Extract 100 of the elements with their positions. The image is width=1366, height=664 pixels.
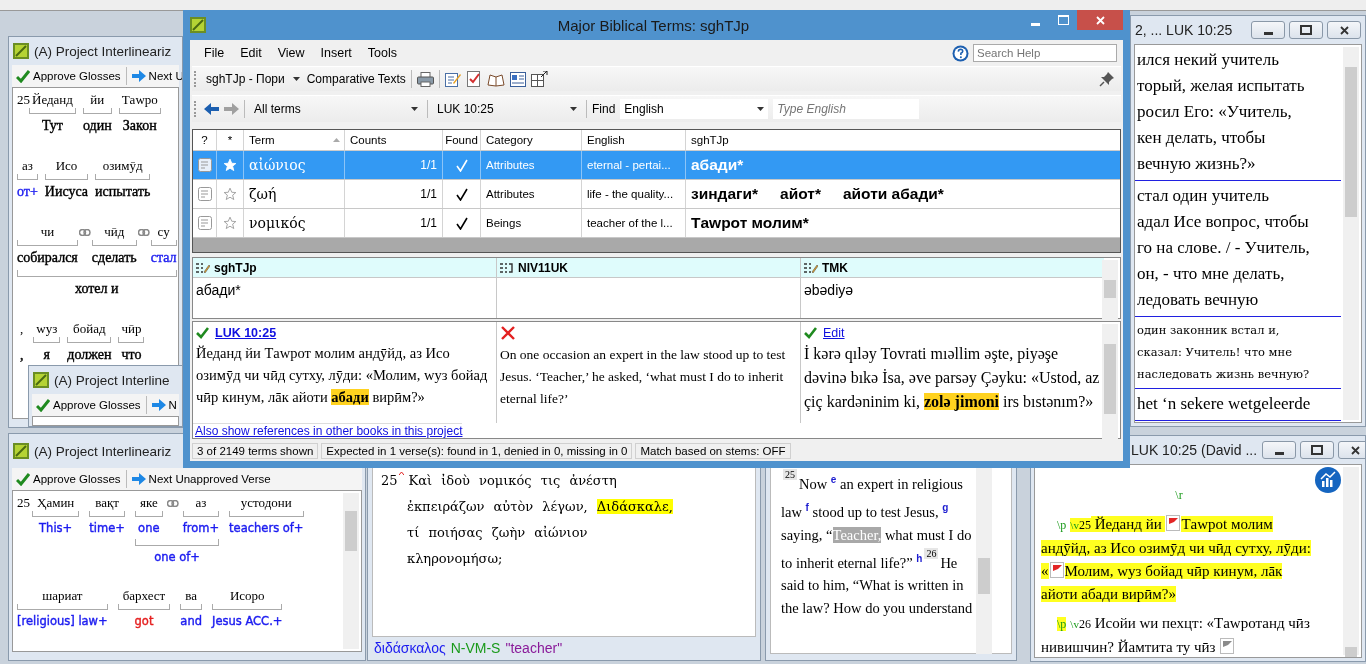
link-icon[interactable] [78, 229, 91, 236]
gloss-text[interactable]: and [180, 614, 202, 628]
gloss-text[interactable]: This+ [39, 521, 73, 535]
scrollbar[interactable] [1102, 260, 1118, 320]
toolbar-grip[interactable] [194, 71, 199, 87]
pin-icon[interactable] [1099, 71, 1115, 87]
phrase-gloss[interactable]: хотел и [74, 281, 119, 297]
menu-item[interactable]: View [269, 46, 313, 60]
column-header[interactable]: Found [443, 130, 481, 150]
text-box-icon[interactable] [509, 71, 526, 87]
note-icon[interactable] [197, 158, 212, 172]
gloss-text[interactable]: должен [67, 347, 112, 363]
checkmark-icon[interactable] [196, 327, 209, 339]
minimize-button[interactable] [1262, 441, 1297, 459]
gloss-text[interactable]: time+ [89, 521, 125, 535]
next-verse-button[interactable]: N [150, 398, 178, 412]
flag-icon[interactable] [1220, 638, 1235, 654]
approve-glosses-button[interactable]: Approve Glosses [35, 397, 142, 413]
gloss-text[interactable]: , [19, 348, 24, 364]
menu-item[interactable]: Tools [359, 46, 406, 60]
column-header[interactable]: * [217, 130, 244, 150]
toolbar-grip[interactable] [194, 101, 199, 117]
gloss-text[interactable]: Jesus ACC.+ [212, 614, 283, 628]
reference-link[interactable]: Edit [823, 326, 845, 340]
gloss-text[interactable]: я [43, 347, 50, 363]
column-header[interactable]: Counts [345, 130, 443, 150]
forward-arrow-icon[interactable] [224, 103, 239, 115]
gloss-bracket [33, 337, 61, 343]
phrase-gloss[interactable]: one of+ [154, 550, 200, 564]
gloss-text[interactable]: got [134, 614, 154, 628]
app-icon [190, 17, 206, 33]
flag-icon[interactable] [1166, 515, 1181, 531]
checkmark-icon[interactable] [804, 327, 817, 339]
comparative-texts-button[interactable]: Comparative Texts [306, 72, 406, 86]
term-row[interactable]: ζωή 1/1 Attributes life - the quality... зиндаги* айот* айоти абади* [193, 180, 1120, 209]
help-icon[interactable] [952, 44, 969, 62]
link-icon[interactable] [137, 229, 150, 236]
gloss-text[interactable]: from+ [182, 521, 220, 535]
gloss-text[interactable]: стал [150, 250, 177, 266]
other-books-link[interactable]: Also show references in other books in this project [193, 423, 463, 438]
term-filter-dropdown[interactable]: All terms [250, 99, 422, 119]
lexicon-text: "teacher" [505, 640, 563, 656]
search-field[interactable]: Search Help [973, 44, 1117, 62]
restore-button[interactable] [1289, 21, 1323, 39]
close-button[interactable] [1327, 21, 1361, 39]
approve-glosses-button[interactable]: Approve Glosses [15, 471, 122, 487]
denied-icon[interactable] [500, 325, 516, 341]
scrollbar[interactable] [1102, 324, 1118, 440]
scrollbar[interactable] [343, 493, 359, 649]
back-arrow-icon[interactable] [204, 103, 219, 115]
column-header[interactable]: Term [244, 130, 345, 150]
reference-dropdown[interactable]: LUK 10:25 [433, 99, 581, 119]
column-header[interactable]: Category [481, 130, 582, 150]
link-icon[interactable] [166, 500, 179, 507]
gloss-text[interactable]: собирался [17, 250, 78, 266]
note-icon[interactable] [197, 216, 212, 230]
checklist-icon[interactable] [465, 71, 482, 87]
edit-icon[interactable] [444, 71, 461, 87]
column-header[interactable]: sghTJp [686, 130, 1120, 150]
books-icon[interactable] [486, 71, 505, 87]
gloss-text[interactable]: от+ [17, 184, 38, 200]
gloss-text[interactable]: Иисуса [44, 184, 89, 200]
scrollbar[interactable] [976, 468, 992, 654]
menu-item[interactable]: Insert [312, 46, 360, 60]
star-icon[interactable] [223, 187, 237, 201]
scrollbar[interactable] [1343, 467, 1359, 655]
find-label: Find [592, 102, 616, 116]
edit-list-icon[interactable] [196, 261, 210, 274]
gloss-text[interactable]: [religious] law+ [17, 614, 108, 628]
menu-item[interactable]: Edit [232, 46, 270, 60]
chart-icon[interactable] [1315, 467, 1341, 493]
project-dropdown[interactable]: sghTJp - Пори [204, 72, 302, 86]
column-header[interactable]: English [582, 130, 686, 150]
column-header[interactable]: ? [193, 130, 217, 150]
approve-glosses-button[interactable]: Approve Glosses [15, 68, 122, 84]
language-dropdown[interactable]: English [620, 99, 769, 119]
gloss-text[interactable]: one [138, 521, 160, 535]
gloss-text[interactable]: что [121, 347, 142, 363]
restore-button[interactable] [1300, 441, 1335, 459]
window-grid-icon[interactable] [530, 71, 548, 87]
next-verse-button[interactable]: Next Unapproved Verse [130, 472, 272, 486]
reference-link[interactable]: LUK 10:25 [215, 326, 277, 340]
gloss-text[interactable]: сделать [91, 250, 137, 266]
gloss-text[interactable]: испытать [95, 184, 151, 200]
close-button[interactable] [1338, 441, 1365, 459]
list-icon[interactable] [500, 261, 514, 274]
gloss-text[interactable]: Тут [42, 118, 63, 134]
flag-icon[interactable] [1049, 562, 1064, 578]
scrollbar[interactable] [1343, 47, 1359, 420]
edit-list-icon[interactable] [804, 261, 818, 274]
next-verse-button[interactable]: Next U [130, 69, 182, 83]
gloss-text[interactable]: Закон [122, 118, 157, 134]
printer-icon[interactable] [416, 71, 434, 87]
note-icon[interactable] [197, 187, 212, 201]
menu-item[interactable]: File [196, 46, 233, 60]
gloss-text[interactable]: один [82, 118, 112, 134]
star-icon[interactable] [223, 216, 237, 230]
find-field[interactable]: Type English [773, 99, 920, 119]
minimize-button[interactable] [1251, 21, 1285, 39]
gloss-text[interactable]: teachers of+ [229, 521, 304, 535]
